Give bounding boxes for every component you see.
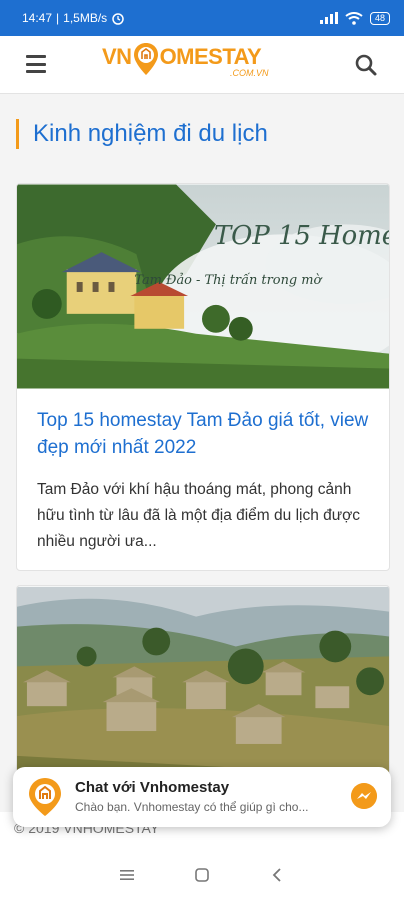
map-pin-logo-icon	[133, 43, 158, 75]
heading-accent-bar	[16, 119, 19, 149]
back-icon[interactable]	[267, 865, 287, 885]
battery-icon: 48	[369, 11, 390, 25]
messenger-icon[interactable]	[351, 783, 377, 809]
system-nav-bar	[0, 850, 404, 900]
main-content: Kinh nghiệm đi du lịch TOP 15 Homestay T…	[0, 95, 404, 865]
chat-subtitle: Chào bạn. Vnhomestay có thể giúp gì cho.…	[75, 800, 309, 814]
network-speed: 1,5MB/s	[63, 11, 108, 25]
status-time: 14:47	[22, 11, 53, 25]
section-heading: Kinh nghiệm đi du lịch	[16, 119, 268, 149]
thumbnail-subcaption: Tam Đảo - Thị trấn trong mờ	[134, 272, 322, 288]
chat-widget[interactable]: Chat với Vnhomestay Chào bạn. Vnhomestay…	[13, 767, 391, 827]
wifi-icon	[345, 11, 363, 25]
hamburger-menu-icon[interactable]	[26, 55, 46, 73]
article-thumbnail[interactable]: TOP 15 Homestay Tam Đảo - Thị trấn trong…	[17, 184, 389, 389]
vnhomestay-avatar-icon	[29, 778, 61, 816]
site-logo[interactable]: VN OMESTAY .COM.VN	[102, 42, 269, 86]
home-icon[interactable]	[192, 865, 212, 885]
recent-apps-icon[interactable]	[117, 865, 137, 885]
alarm-icon	[112, 13, 124, 25]
article-card[interactable]: TOP 15 Homestay Tam Đảo - Thị trấn trong…	[16, 183, 390, 571]
chat-title: Chat với Vnhomestay	[75, 779, 230, 796]
thumbnail-caption: TOP 15 Homestay	[214, 221, 389, 251]
section-title: Kinh nghiệm đi du lịch	[33, 120, 268, 147]
signal-icon	[319, 12, 338, 24]
article-excerpt: Tam Đảo với khí hậu thoáng mát, phong cả…	[37, 481, 361, 550]
status-bar: 14:47 | 1,5MB/s 48	[0, 0, 404, 36]
search-icon[interactable]	[354, 53, 378, 77]
article-title[interactable]: Top 15 homestay Tam Đảo giá tốt, view đẹ…	[17, 389, 389, 461]
site-header: VN OMESTAY .COM.VN	[0, 36, 404, 94]
